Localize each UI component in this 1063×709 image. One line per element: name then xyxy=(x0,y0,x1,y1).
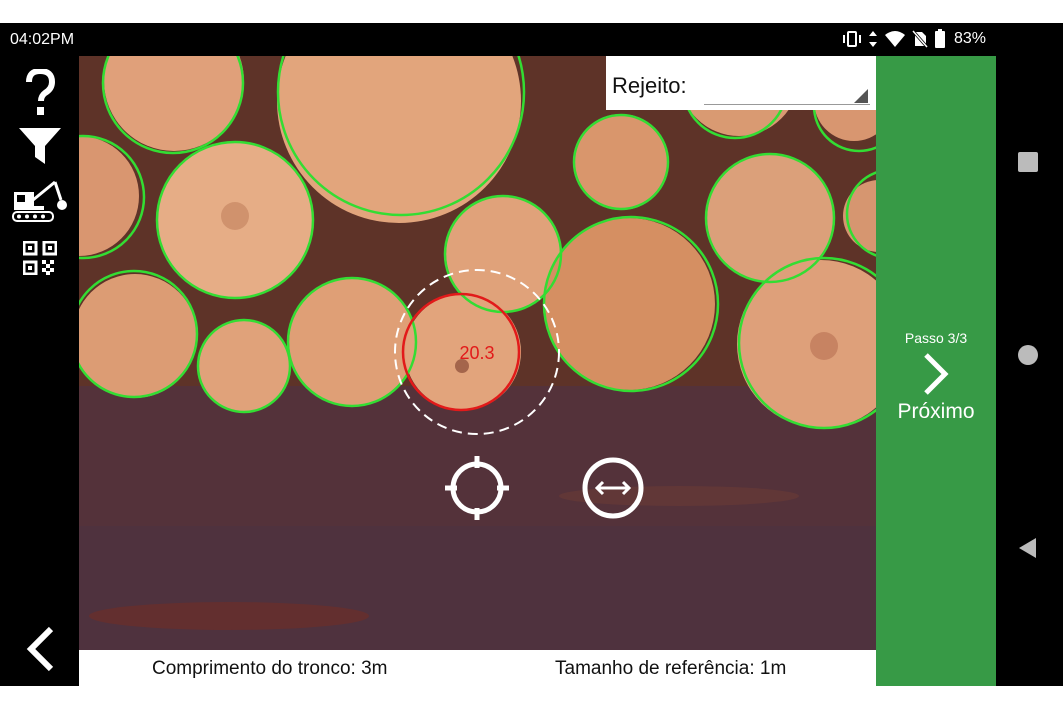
battery-icon xyxy=(934,29,945,48)
help-icon xyxy=(26,69,55,115)
reference-size-label: Tamanho de referência: 1m xyxy=(555,658,787,679)
reject-dropdown[interactable] xyxy=(704,78,870,105)
left-toolbar xyxy=(0,56,79,686)
ground-shadow xyxy=(79,526,876,650)
system-nav-bar xyxy=(996,23,1063,686)
next-step-button[interactable]: Passo 3/3 Próximo xyxy=(876,56,996,686)
status-time: 04:02PM xyxy=(10,31,75,48)
status-icons: 83% xyxy=(842,29,986,49)
help-button[interactable] xyxy=(10,68,70,118)
data-arrows-icon xyxy=(868,31,877,47)
back-button[interactable] xyxy=(10,624,70,674)
camera-view[interactable]: 20.3 xyxy=(79,56,876,650)
chevron-right-icon xyxy=(924,353,949,395)
recents-square-icon[interactable] xyxy=(1016,150,1040,174)
ground-patch xyxy=(89,602,369,630)
wifi-icon xyxy=(884,31,905,47)
reject-label: Rejeito: xyxy=(612,73,687,98)
filter-icon xyxy=(19,128,61,164)
battery-percentage: 83% xyxy=(953,30,986,47)
back-arrow-icon xyxy=(26,626,54,672)
ground-patch xyxy=(559,486,799,506)
qr-code-button[interactable] xyxy=(10,238,70,278)
selected-diameter-label: 20.3 xyxy=(459,343,494,363)
next-label: Próximo xyxy=(897,400,975,423)
log-length-label: Comprimento do tronco: 3m xyxy=(152,658,388,679)
no-sim-icon xyxy=(911,30,928,48)
qr-code-icon xyxy=(23,241,57,275)
dropdown-arrow-icon xyxy=(854,89,868,103)
excavator-icon xyxy=(12,180,67,222)
vibrate-icon xyxy=(842,31,861,47)
back-triangle-icon[interactable] xyxy=(1016,536,1040,560)
reject-panel: Rejeito: xyxy=(606,56,876,110)
bottom-info-bar: Comprimento do tronco: 3m Tamanho de ref… xyxy=(79,650,876,686)
log-detection-overlay: 20.3 xyxy=(79,56,876,650)
equipment-button[interactable] xyxy=(10,176,70,226)
status-bar: 04:02PM 83% xyxy=(0,23,996,56)
home-circle-icon[interactable] xyxy=(1016,343,1040,367)
step-indicator: Passo 3/3 xyxy=(904,330,968,346)
filter-button[interactable] xyxy=(10,126,70,166)
